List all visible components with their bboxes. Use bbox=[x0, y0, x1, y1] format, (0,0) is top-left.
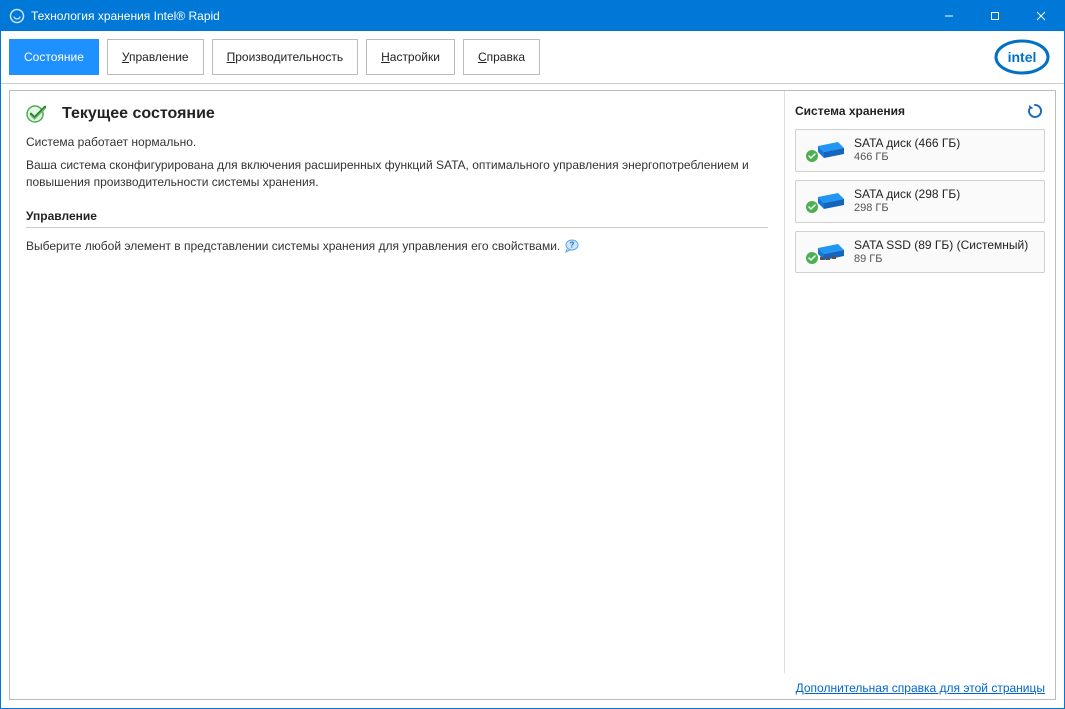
minimize-button[interactable] bbox=[926, 1, 972, 31]
tab-performance[interactable]: Производительность bbox=[212, 39, 358, 75]
hdd-icon bbox=[804, 187, 846, 215]
device-name: SATA диск (466 ГБ) bbox=[854, 136, 960, 151]
titlebar: Технология хранения Intel® Rapid bbox=[1, 1, 1064, 31]
device-size: 298 ГБ bbox=[854, 202, 960, 216]
tab-status[interactable]: Состояние bbox=[9, 39, 99, 75]
device-name: SATA диск (298 ГБ) bbox=[854, 187, 960, 202]
tab-manage[interactable]: Управление bbox=[107, 39, 204, 75]
device-name: SATA SSD (89 ГБ) (Системный) bbox=[854, 238, 1028, 253]
refresh-button[interactable] bbox=[1025, 101, 1045, 121]
storage-panel: Система хранения bbox=[785, 91, 1055, 673]
window-title: Технология хранения Intel® Rapid bbox=[31, 9, 220, 23]
manage-heading: Управление bbox=[26, 209, 768, 223]
ssd-icon bbox=[804, 238, 846, 266]
tab-help[interactable]: Справка bbox=[463, 39, 540, 75]
app-icon bbox=[9, 8, 25, 24]
manage-hint: Выберите любой элемент в представлении с… bbox=[26, 239, 560, 253]
footer-help-link[interactable]: Дополнительная справка для этой страницы bbox=[796, 681, 1045, 695]
help-icon[interactable]: ? bbox=[564, 238, 580, 254]
status-ok-icon bbox=[26, 103, 54, 125]
tab-settings[interactable]: Настройки bbox=[366, 39, 455, 75]
svg-text:?: ? bbox=[570, 240, 575, 249]
device-size: 466 ГБ bbox=[854, 151, 960, 165]
device-size: 89 ГБ bbox=[854, 253, 1028, 267]
main-panel: Текущее состояние Система работает норма… bbox=[10, 91, 785, 673]
page-title: Текущее состояние bbox=[62, 105, 215, 123]
intel-logo: intel bbox=[994, 38, 1050, 76]
divider bbox=[26, 227, 768, 228]
hdd-icon bbox=[804, 136, 846, 164]
close-button[interactable] bbox=[1018, 1, 1064, 31]
storage-device[interactable]: SATA диск (466 ГБ) 466 ГБ bbox=[795, 129, 1045, 172]
svg-text:intel: intel bbox=[1008, 49, 1037, 65]
maximize-button[interactable] bbox=[972, 1, 1018, 31]
status-description: Ваша система сконфигурирована для включе… bbox=[26, 157, 768, 191]
storage-device[interactable]: SATA диск (298 ГБ) 298 ГБ bbox=[795, 180, 1045, 223]
storage-title: Система хранения bbox=[795, 104, 905, 118]
tab-bar: Состояние Управление Производительность … bbox=[1, 31, 1064, 84]
status-ok-text: Система работает нормально. bbox=[26, 135, 768, 149]
storage-device[interactable]: SATA SSD (89 ГБ) (Системный) 89 ГБ bbox=[795, 231, 1045, 274]
